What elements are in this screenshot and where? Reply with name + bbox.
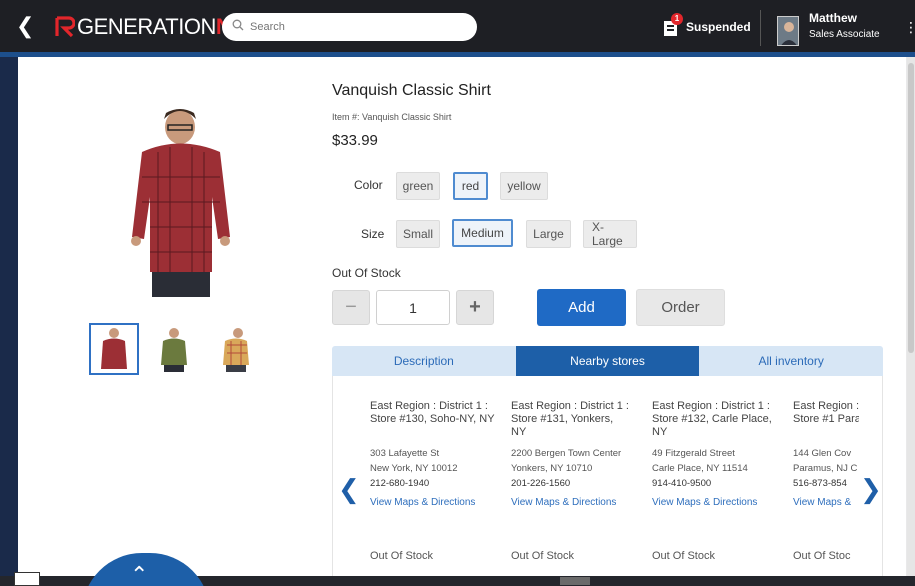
brand-logo[interactable]: GENERATION N <box>55 14 232 40</box>
avatar[interactable] <box>777 16 799 46</box>
chevron-up-icon[interactable]: ⌃ <box>130 562 148 586</box>
size-option-medium[interactable]: Medium <box>452 219 513 247</box>
store-address-line1: 144 Glen Cov <box>793 448 852 459</box>
thumbnail-green-shirt[interactable] <box>149 323 199 375</box>
product-tabs: Description Nearby stores All inventory <box>332 346 883 376</box>
menu-icon[interactable]: ⋮ <box>904 19 915 36</box>
stock-status: Out Of Stock <box>332 266 401 280</box>
store-directions-link[interactable]: View Maps & Directions <box>511 497 629 508</box>
store-address-line1: 2200 Bergen Town Center <box>511 448 622 459</box>
quantity-field[interactable] <box>376 290 450 325</box>
keyboard-icon[interactable] <box>14 572 40 586</box>
size-option-x-large[interactable]: X-Large <box>583 220 637 248</box>
store-stock-status: Out Of Stock <box>370 550 433 562</box>
thumbnail-strip <box>89 323 269 375</box>
store-address-line2: New York, NY 10012 <box>370 463 458 474</box>
tab-all-inventory[interactable]: All inventory <box>699 346 883 376</box>
carousel-next-chevron-icon[interactable]: ❯ <box>860 474 882 505</box>
brand-name: GENERATION <box>77 14 216 39</box>
product-price: $33.99 <box>332 132 378 149</box>
receipt-icon: 1 <box>662 13 683 37</box>
store-directions-link[interactable]: View Maps & Directions <box>370 497 500 508</box>
store-phone: 516-873-854 <box>793 478 847 489</box>
scrollbar-thumb[interactable] <box>908 63 914 353</box>
store-address-line2: Paramus, NJ C <box>793 463 858 474</box>
store-phone: 914-410-9500 <box>652 478 712 489</box>
store-card: East Region : District 1 : Store #130, S… <box>370 400 500 562</box>
thumbnail-red-shirt[interactable] <box>89 323 139 375</box>
store-phone: 201-226-1560 <box>511 478 571 489</box>
store-directions-link[interactable]: View Maps & <box>793 497 859 508</box>
user-name: Matthew <box>809 11 857 25</box>
size-option-large[interactable]: Large <box>526 220 571 248</box>
store-title: East Region : District 1 : Store #132, C… <box>652 400 772 438</box>
color-label: Color <box>354 178 383 192</box>
status-badge: 1 <box>671 13 683 25</box>
store-card: East Region : District 1 : Store #1 Para… <box>793 400 859 570</box>
nearby-stores-panel: East Region : District 1 : Store #130, S… <box>332 376 883 576</box>
store-directions-link[interactable]: View Maps & Directions <box>652 497 782 508</box>
top-bar: ❮ GENERATION N 1 Suspended <box>0 0 915 54</box>
size-label: Size <box>361 227 385 241</box>
quantity-increment-button[interactable]: + <box>456 290 494 325</box>
tab-description[interactable]: Description <box>332 346 516 376</box>
search-bar[interactable] <box>222 13 477 41</box>
user-role: Sales Associate <box>809 29 880 40</box>
quantity-decrement-button[interactable]: − <box>332 290 370 325</box>
add-button[interactable]: Add <box>537 289 626 326</box>
thumbnail-yellow-shirt[interactable] <box>209 323 259 375</box>
search-icon <box>232 18 244 36</box>
store-phone: 212-680-1940 <box>370 478 430 489</box>
carousel-prev-chevron-icon[interactable]: ❮ <box>338 474 360 505</box>
tab-nearby-stores[interactable]: Nearby stores <box>515 346 700 376</box>
store-title: East Region : District 1 : Store #1 Para… <box>793 400 859 425</box>
store-address-line1: 303 Lafayette St <box>370 448 440 459</box>
item-number: Item #: Vanquish Classic Shirt <box>332 112 452 122</box>
color-option-green[interactable]: green <box>396 172 440 200</box>
store-title: East Region : District 1 : Store #130, S… <box>370 400 495 425</box>
product-title: Vanquish Classic Shirt <box>332 82 491 99</box>
store-stock-status: Out Of Stoc <box>793 550 851 562</box>
logo-mark-icon <box>55 16 76 38</box>
color-option-yellow[interactable]: yellow <box>500 172 548 200</box>
header-divider <box>760 10 761 46</box>
store-stock-status: Out Of Stock <box>511 550 574 562</box>
size-option-small[interactable]: Small <box>396 220 440 248</box>
search-input[interactable] <box>250 21 450 33</box>
store-address-line1: 49 Fitzgerald Street <box>652 448 735 459</box>
color-option-red[interactable]: red <box>453 172 488 200</box>
store-title: East Region : District 1 : Store #131, Y… <box>511 400 629 438</box>
store-address-line2: Carle Place, NY 11514 <box>652 463 748 474</box>
bottom-handle[interactable] <box>560 577 590 585</box>
store-address-line2: Yonkers, NY 10710 <box>511 463 593 474</box>
status-label: Suspended <box>686 20 751 34</box>
back-chevron-icon[interactable]: ❮ <box>16 14 34 38</box>
product-main-image <box>128 107 238 297</box>
suspended-transactions-button[interactable]: 1 Suspended <box>662 13 751 40</box>
store-stock-status: Out Of Stock <box>652 550 715 562</box>
side-panel-edge <box>0 57 18 576</box>
store-card: East Region : District 1 : Store #131, Y… <box>511 400 629 562</box>
store-card: East Region : District 1 : Store #132, C… <box>652 400 782 562</box>
order-button[interactable]: Order <box>636 289 725 326</box>
scrollbar[interactable] <box>907 57 915 576</box>
